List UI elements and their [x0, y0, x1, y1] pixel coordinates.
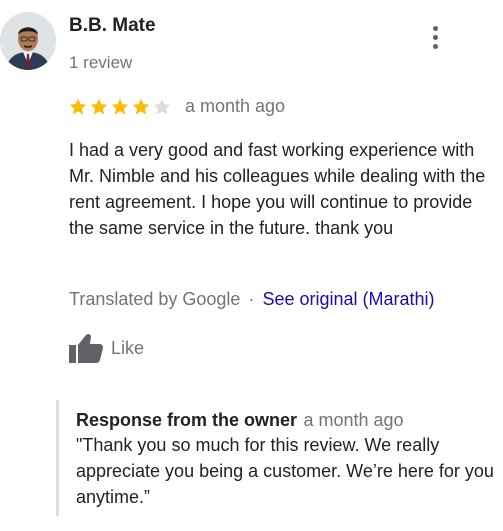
star-empty-icon [153, 98, 171, 114]
dot [432, 43, 438, 49]
star-filled-icon [111, 98, 129, 114]
person-photo-icon [0, 12, 56, 70]
star-filled-icon [69, 98, 87, 114]
like-button[interactable]: Like [69, 333, 144, 363]
dot [432, 25, 438, 31]
avatar[interactable] [0, 12, 56, 70]
like-label: Like [111, 337, 145, 358]
review-date: a month ago [185, 96, 286, 116]
author-name[interactable]: B.B. Mate [69, 15, 156, 37]
more-vert-icon[interactable] [424, 22, 446, 52]
star-filled-icon [132, 98, 150, 114]
owner-response: Response from the owner a month ago "Tha… [56, 400, 496, 516]
thumbs-up-icon [69, 333, 103, 363]
star-filled-icon [90, 98, 108, 114]
owner-response-date: a month ago [303, 410, 404, 430]
review-card: B.B. Mate 1 review a month ago I had a v… [0, 0, 503, 531]
review-text: I had a very good and fast working exper… [69, 140, 486, 238]
review-count: 1 review [69, 53, 133, 72]
translated-by-label: Translated by Google [69, 289, 241, 309]
rating-row: a month ago [68, 96, 285, 117]
see-original-link[interactable]: See original (Marathi) [262, 289, 434, 309]
owner-response-label: Response from the owner [76, 410, 298, 430]
star-rating [68, 97, 172, 117]
owner-response-text: "Thank you so much for this review. We r… [76, 435, 494, 507]
translation-line: Translated by Google · See original (Marat… [69, 289, 435, 310]
separator: · [248, 289, 255, 309]
dot [432, 34, 438, 40]
